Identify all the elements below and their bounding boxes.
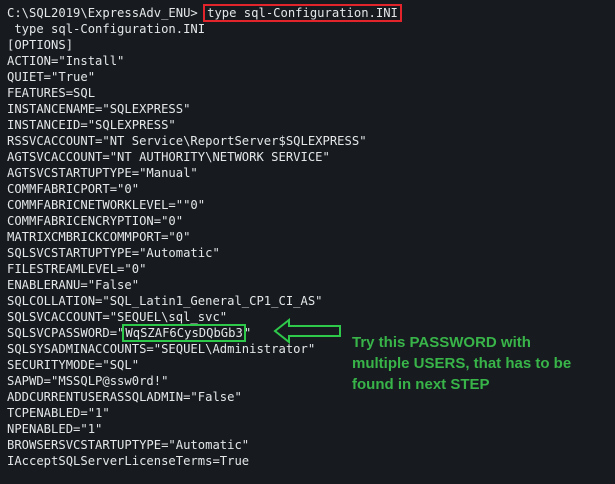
- config-lines-after: SQLSYSADMINACCOUNTS="SEQUEL\Administrato…: [7, 341, 400, 469]
- password-key: SQLSVCPASSWORD=": [7, 326, 125, 340]
- arrow-left-icon: [273, 318, 341, 344]
- config-line: FILESTREAMLEVEL="0": [7, 262, 147, 276]
- config-line: ENABLERANU="False": [7, 278, 140, 292]
- config-line: AGTSVCACCOUNT="NT AUTHORITY\NETWORK SERV…: [7, 150, 330, 164]
- config-line: QUIET="True": [7, 70, 96, 84]
- config-line: SQLSVCSTARTUPTYPE="Automatic": [7, 246, 220, 260]
- config-line: FEATURES=SQL: [7, 86, 96, 100]
- config-line: INSTANCEID="SQLEXPRESS": [7, 118, 176, 132]
- password-value: WqSZAF6CysDQbGb3: [122, 324, 246, 342]
- config-line: COMMFABRICENCRYPTION="0": [7, 214, 184, 228]
- config-line: SECURITYMODE="SQL": [7, 358, 140, 372]
- config-line: RSSVCACCOUNT="NT Service\ReportServer$SQ…: [7, 134, 367, 148]
- config-line: ADDCURRENTUSERASSQLADMIN="False": [7, 390, 242, 404]
- config-line: COMMFABRICPORT="0": [7, 182, 140, 196]
- config-line: SAPWD="MSSQLP@ssw0rd!": [7, 374, 169, 388]
- config-line: TCPENABLED="1": [7, 406, 110, 420]
- config-line: IAcceptSQLServerLicenseTerms=True: [7, 454, 250, 468]
- config-line: [OPTIONS]: [7, 38, 74, 52]
- password-suffix: ": [243, 326, 252, 340]
- prompt-line: C:\SQL2019\ExpressAdv_ENU> type sql-Conf…: [7, 4, 402, 22]
- terminal-output: C:\SQL2019\ExpressAdv_ENU> type sql-Conf…: [7, 4, 402, 469]
- config-line: INSTANCENAME="SQLEXPRESS": [7, 102, 191, 116]
- typed-command: type sql-Configuration.INI: [203, 4, 402, 22]
- command-echo: type sql-Configuration.INI: [7, 22, 206, 36]
- config-line: BROWSERSVCSTARTUPTYPE="Automatic": [7, 438, 250, 452]
- config-line: COMMFABRICNETWORKLEVEL=""0": [7, 198, 206, 212]
- config-line: ACTION="Install": [7, 54, 125, 68]
- annotation-note: Try this PASSWORD with multiple USERS, t…: [352, 334, 572, 393]
- config-line: MATRIXCMBRICKCOMMPORT="0": [7, 230, 191, 244]
- config-line: SQLCOLLATION="SQL_Latin1_General_CP1_CI_…: [7, 294, 323, 308]
- config-line: AGTSVCSTARTUPTYPE="Manual": [7, 166, 198, 180]
- prompt-path: C:\SQL2019\ExpressAdv_ENU>: [7, 6, 198, 20]
- config-line: NPENABLED="1": [7, 422, 103, 436]
- config-lines-before: [OPTIONS] ACTION="Install" QUIET="True" FEA…: [7, 37, 400, 325]
- terminal-window[interactable]: C:\SQL2019\ExpressAdv_ENU> type sql-Conf…: [0, 0, 615, 484]
